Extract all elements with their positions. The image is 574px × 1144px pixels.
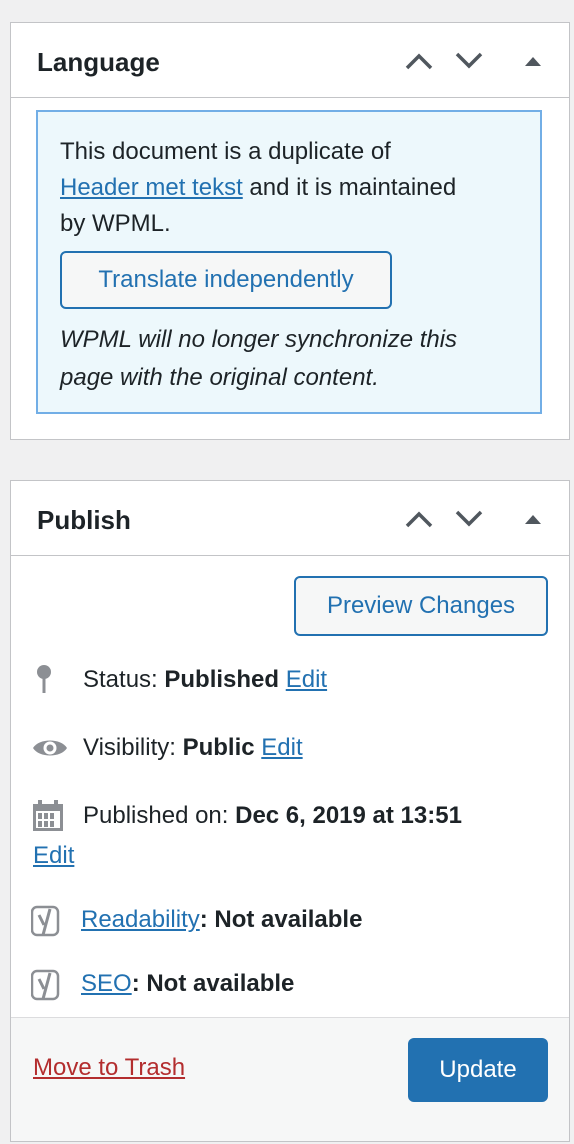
triangle-up-icon xyxy=(525,515,541,524)
notice-italic-line-2: page with the original content. xyxy=(60,364,379,391)
move-up-button[interactable] xyxy=(401,501,437,537)
edit-published-date-link[interactable]: Edit xyxy=(33,842,74,869)
calendar-icon xyxy=(31,799,65,843)
move-down-button[interactable] xyxy=(451,501,487,537)
notice-italic-line-1: WPML will no longer synchronize this xyxy=(60,326,458,353)
published-on-value: Dec 6, 2019 at 13:51 xyxy=(235,802,462,829)
move-to-trash-link[interactable]: Move to Trash xyxy=(33,1054,185,1082)
eye-icon xyxy=(31,733,69,773)
original-document-link[interactable]: Header met tekst xyxy=(60,174,243,201)
notice-italic-text: WPML will no longer synchronize this pag… xyxy=(60,321,457,397)
notice-line-1: This document is a duplicate of xyxy=(60,138,391,165)
move-up-button[interactable] xyxy=(401,43,437,79)
edit-visibility-link[interactable]: Edit xyxy=(261,734,302,761)
toggle-panel-button[interactable] xyxy=(515,43,551,79)
pin-icon xyxy=(31,663,57,707)
notice-line-2-rest: and it is maintained xyxy=(242,174,457,201)
notice-line-2: Header met tekst and it is maintained xyxy=(60,170,518,206)
toggle-panel-button[interactable] xyxy=(515,501,551,537)
seo-value: : Not available xyxy=(131,970,295,997)
chevron-down-icon xyxy=(455,52,483,69)
visibility-value: Public xyxy=(182,734,255,761)
chevron-up-icon xyxy=(405,53,433,70)
status-label: Status: xyxy=(83,666,165,693)
published-on-label: Published on: xyxy=(83,802,236,829)
move-down-button[interactable] xyxy=(451,43,487,79)
publish-panel: Publish Preview Changes Status: Publishe… xyxy=(10,480,570,1142)
update-button[interactable]: Update xyxy=(408,1038,548,1102)
language-panel-title: Language xyxy=(37,47,160,77)
visibility-label: Visibility: xyxy=(83,734,183,761)
preview-changes-button[interactable]: Preview Changes xyxy=(294,576,548,636)
language-panel: Language This document is a duplicate of… xyxy=(10,22,570,440)
translate-independently-button[interactable]: Translate independently xyxy=(60,251,392,309)
edit-status-link[interactable]: Edit xyxy=(286,666,327,693)
published-on-edit-row: Edit xyxy=(33,839,74,873)
chevron-up-icon xyxy=(405,511,433,528)
notice-line-3: by WPML. xyxy=(60,210,171,237)
publish-actions: Move to Trash Update xyxy=(11,1017,569,1141)
language-panel-header: Language xyxy=(11,23,569,98)
publish-panel-title: Publish xyxy=(37,505,131,535)
yoast-icon xyxy=(30,905,65,947)
seo-link[interactable]: SEO xyxy=(81,970,132,997)
status-value: Published xyxy=(164,666,280,693)
wpml-duplicate-notice: This document is a duplicate of Header m… xyxy=(36,110,542,414)
publish-panel-header: Publish xyxy=(11,481,569,556)
yoast-icon xyxy=(30,969,65,1011)
triangle-up-icon xyxy=(525,57,541,66)
readability-link[interactable]: Readability xyxy=(81,906,200,933)
chevron-down-icon xyxy=(455,510,483,527)
readability-value: : Not available xyxy=(199,906,363,933)
